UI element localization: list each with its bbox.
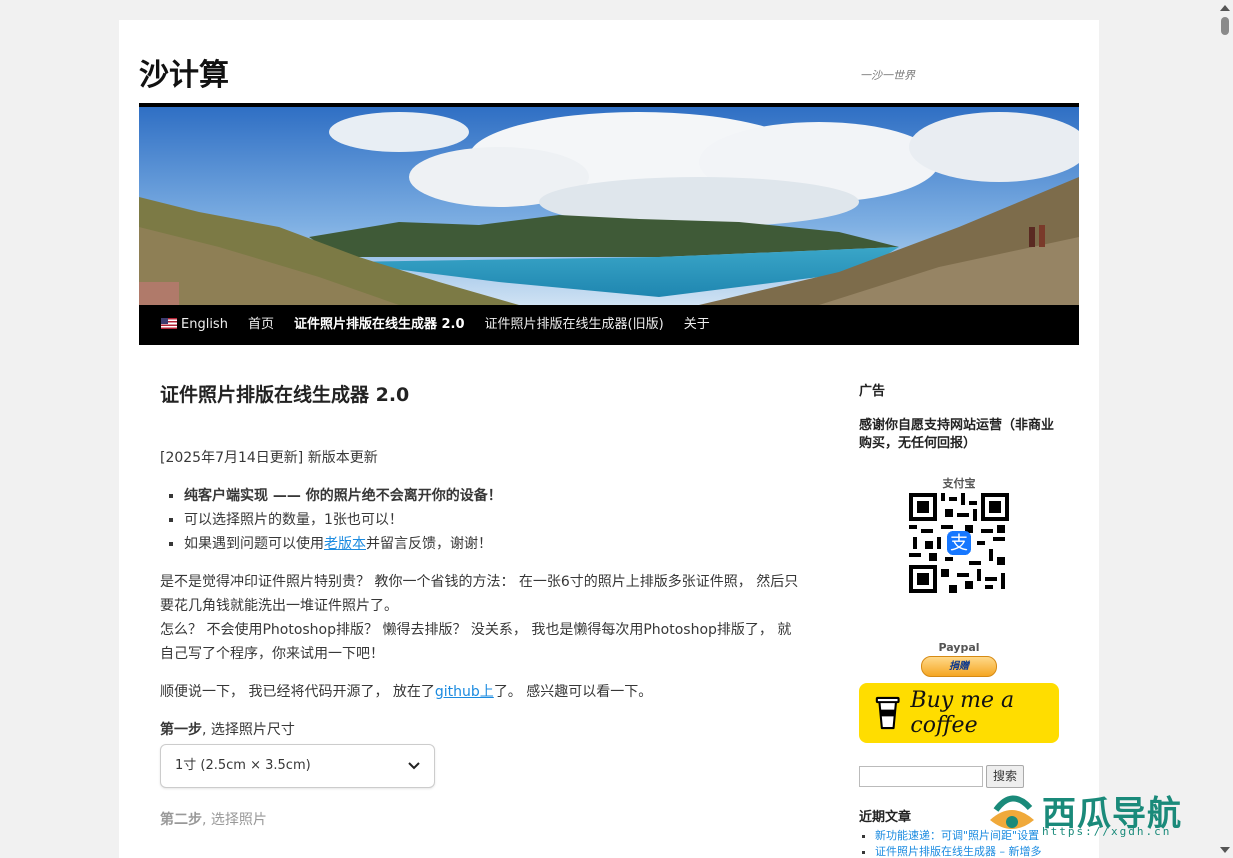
nav-item-photo-generator-old[interactable]: 证件照片排版在线生成器(旧版) — [475, 305, 674, 345]
update-date: [2025年7月14日更新] — [160, 450, 304, 466]
feature-client-side: 纯客户端实现 —— 你的照片绝不会离开你的设备！ — [184, 488, 502, 504]
feature-old-version-text: 如果遇到问题可以使用 — [184, 536, 324, 552]
nav-item-english[interactable]: English — [139, 305, 238, 345]
coffee-cup-icon — [875, 696, 900, 730]
feature-list: 纯客户端实现 —— 你的照片绝不会离开你的设备！ 可以选择照片的数量，1张也可以… — [160, 484, 800, 556]
scroll-up-icon[interactable] — [1220, 5, 1230, 11]
scroll-down-icon[interactable] — [1220, 847, 1230, 853]
nav-item-about[interactable]: 关于 — [674, 305, 720, 345]
old-version-link[interactable]: 老版本 — [324, 536, 366, 552]
step-2-bold: 第二步 — [160, 812, 202, 828]
recent-post-link[interactable]: 新功能速递：可调"照片间距"设置 — [875, 829, 1039, 842]
search-form: 搜索 — [859, 765, 1059, 788]
ad-widget-title: 广告 — [859, 384, 886, 399]
main-content: 证件照片排版在线生成器 2.0 [2025年7月14日更新] 新版本更新 纯客户… — [160, 380, 800, 832]
buy-me-a-coffee-button[interactable]: Buy me a coffee — [859, 683, 1059, 743]
alipay-label: 支付宝 — [942, 477, 976, 490]
chevron-down-icon — [408, 762, 420, 770]
step-1-label: 第一步, 选择照片尺寸 — [160, 718, 800, 742]
opensource-text: 顺便说一下， 我已经将代码开源了， 放在了 — [160, 684, 435, 700]
site-title[interactable]: 沙计算 — [139, 50, 229, 94]
list-item: 纯客户端实现 —— 你的照片绝不会离开你的设备！ — [184, 484, 800, 508]
step-1-bold: 第一步 — [160, 722, 202, 738]
main-navigation: English 首页 证件照片排版在线生成器 2.0 证件照片排版在线生成器(旧… — [139, 305, 1079, 345]
search-input[interactable] — [859, 766, 983, 787]
support-message: 感谢你自愿支持网站运营（非商业购买，无任何回报） — [859, 418, 1055, 451]
photo-size-select[interactable]: 1寸 (2.5cm × 3.5cm) — [160, 744, 435, 788]
photo-size-value: 1寸 (2.5cm × 3.5cm) — [175, 758, 311, 773]
intro-line-2: 怎么？ 不会使用Photoshop排版？ 懒得去排版？ 没关系， 我也是懒得每次… — [160, 622, 792, 662]
sidebar: 广告 感谢你自愿支持网站运营（非商业购买，无任何回报） 支付宝 支 Paypal… — [859, 380, 1059, 858]
alipay-qr-code: 支 — [909, 493, 1009, 593]
paypal-label: Paypal — [938, 641, 980, 654]
search-button[interactable]: 搜索 — [986, 765, 1025, 788]
header-banner-image — [139, 107, 1079, 305]
page-title: 证件照片排版在线生成器 2.0 — [160, 384, 410, 406]
intro-paragraph: 是不是觉得冲印证件照片特别贵？ 教你一个省钱的方法： 在一张6寸的照片上排版多张… — [160, 570, 800, 666]
opensource-paragraph: 顺便说一下， 我已经将代码开源了， 放在了github上了。 感兴趣可以看一下。 — [160, 680, 800, 704]
recent-post-link[interactable]: 证件照片排版在线生成器 – 新增多 — [875, 845, 1042, 858]
nav-item-home[interactable]: 首页 — [238, 305, 284, 345]
nav-item-photo-generator-2[interactable]: 证件照片排版在线生成器 2.0 — [284, 305, 475, 345]
opensource-text-end: 了。 感兴趣可以看一下。 — [493, 684, 653, 700]
paypal-donate-button[interactable]: 捐赠 — [921, 656, 997, 677]
list-item: 如果遇到问题可以使用老版本并留言反馈，谢谢！ — [184, 532, 800, 556]
step-2-label: 第二步, 选择照片 — [160, 808, 800, 832]
github-link[interactable]: github上 — [435, 684, 494, 700]
svg-text:支: 支 — [950, 533, 968, 554]
step-1-text: , 选择照片尺寸 — [202, 722, 295, 738]
recent-posts-title: 近期文章 — [859, 810, 912, 825]
list-item: 可以选择照片的数量，1张也可以！ — [184, 508, 800, 532]
intro-line-1: 是不是觉得冲印证件照片特别贵？ 教你一个省钱的方法： 在一张6寸的照片上排版多张… — [160, 574, 799, 614]
coffee-label: Buy me a coffee — [910, 688, 1015, 738]
update-notice: [2025年7月14日更新] 新版本更新 — [160, 446, 800, 470]
site-description: 一沙一世界 — [860, 69, 915, 82]
update-text: 新版本更新 — [303, 450, 378, 466]
scrollbar-thumb[interactable] — [1221, 17, 1229, 35]
us-flag-icon — [161, 318, 177, 329]
feature-feedback-text: 并留言反馈，谢谢！ — [366, 536, 492, 552]
nav-item-label: English — [181, 317, 228, 332]
page-container: 沙计算 一沙一世界 English 首页 证件照片排版在线生成器 2.0 证件照… — [119, 20, 1099, 858]
vertical-scrollbar[interactable] — [1217, 0, 1233, 858]
list-item: 证件照片排版在线生成器 – 新增多 — [875, 844, 1059, 858]
list-item: 新功能速递：可调"照片间距"设置 — [875, 828, 1059, 844]
step-2-text: , 选择照片 — [202, 812, 267, 828]
recent-posts-list: 新功能速递：可调"照片间距"设置 证件照片排版在线生成器 – 新增多 — [859, 828, 1059, 858]
